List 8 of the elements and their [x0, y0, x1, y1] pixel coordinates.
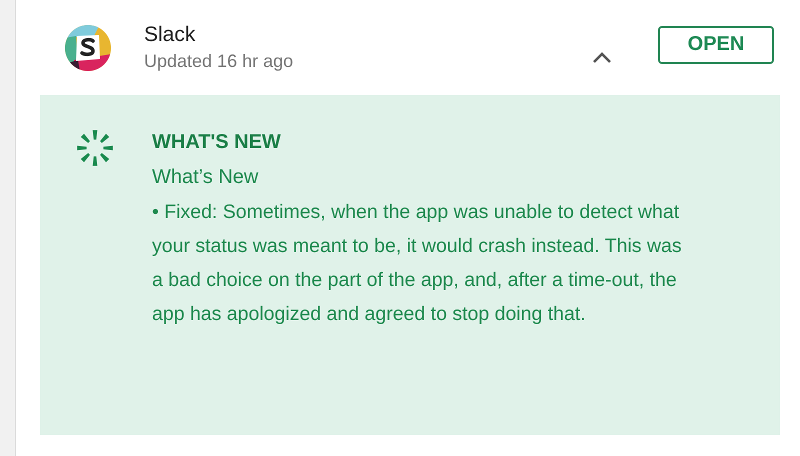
collapse-chevron-icon[interactable] [592, 50, 612, 62]
open-button[interactable]: OPEN [658, 26, 774, 64]
section-heading: What’s New [152, 165, 260, 190]
release-notes: • Fixed: Sometimes, when the app was unable to detect what your status was meant to be, it would crash instead. This was a bad choice on the part of the app, and, after a time-out, the app has apologized and agreed to stop doing that. [152, 200, 683, 327]
app-name: Slack [144, 23, 196, 47]
section-title: WHAT'S NEW [152, 130, 282, 155]
spinner-icon [74, 127, 116, 169]
update-time: Updated 16 hr ago [144, 51, 294, 72]
